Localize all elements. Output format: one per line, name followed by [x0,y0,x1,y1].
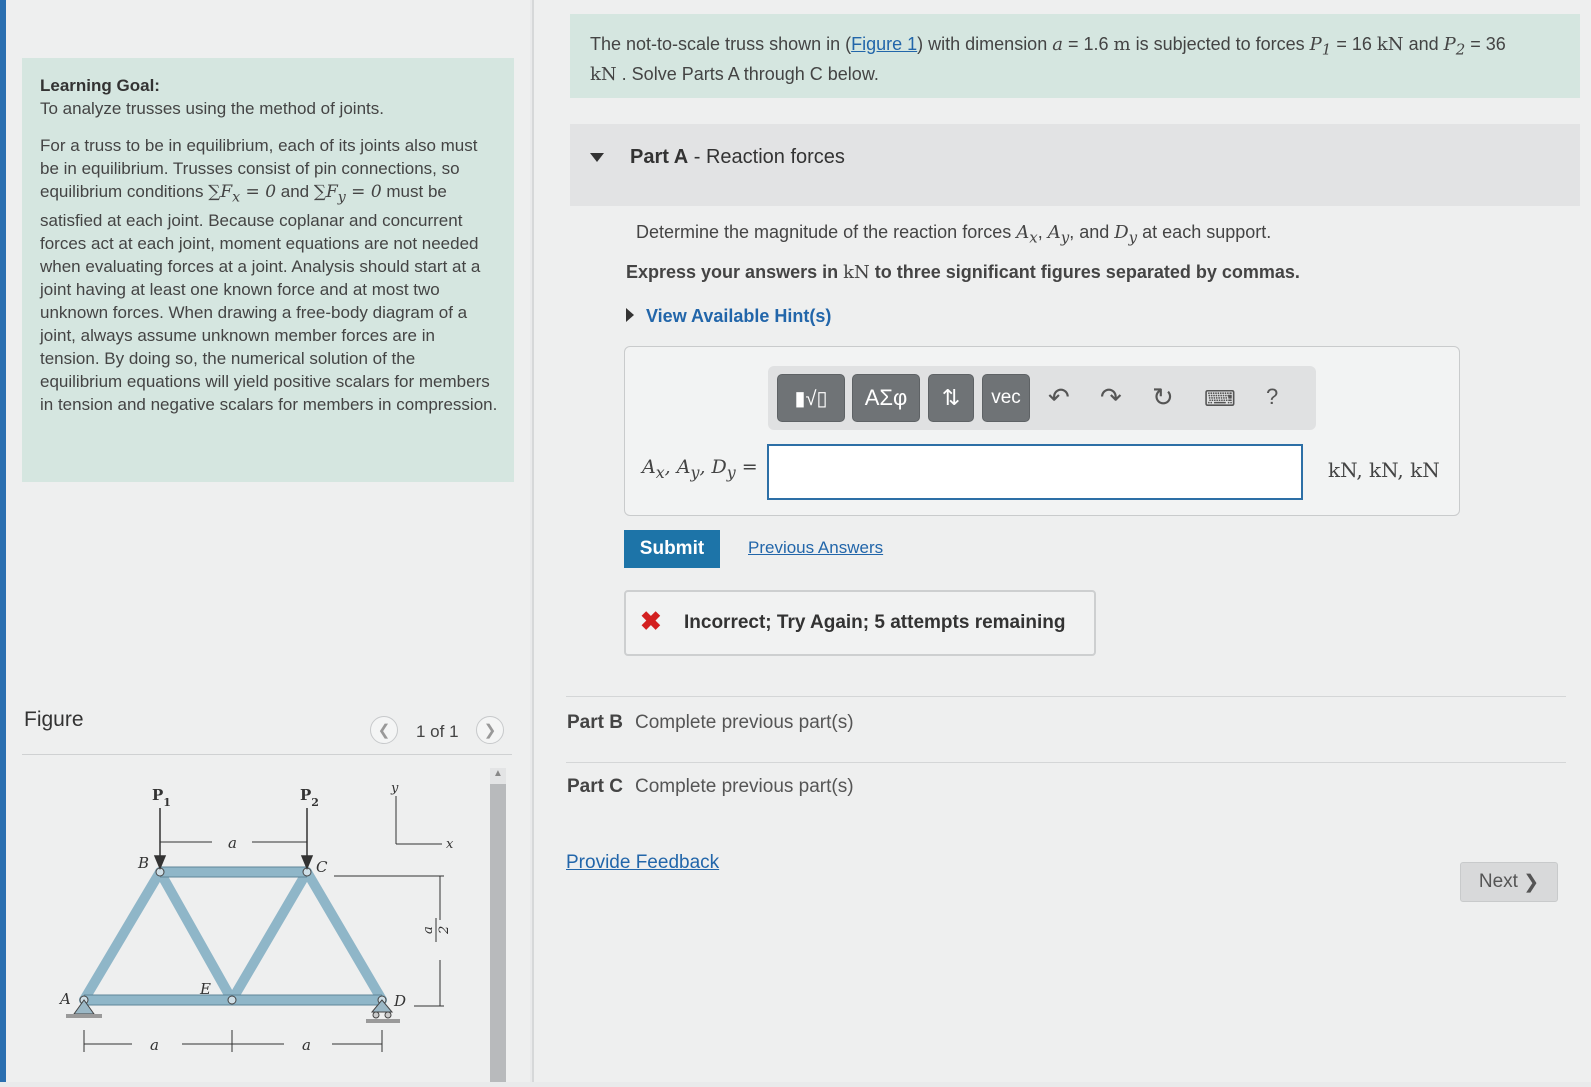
label-dim-a-right: a [302,1036,311,1054]
answer-units: kN, kN, kN [1328,458,1440,482]
templates-button[interactable]: ▮√▯ [777,374,845,422]
arrows-button[interactable]: ⇅ [928,374,974,422]
svg-text:a: a [421,926,436,934]
view-hints-link[interactable]: View Available Hint(s) [626,306,831,327]
svg-text:2: 2 [437,926,452,935]
learning-goal-subtitle: To analyze trusses using the method of j… [40,99,384,118]
chevron-left-icon: ❮ [377,722,391,739]
undo-icon[interactable]: ↶ [1048,382,1070,413]
label-c: C [316,858,328,876]
truss-members [79,867,387,1005]
feedback-message: Incorrect; Try Again; 5 attempts remaini… [684,612,1066,633]
greek-symbols-button[interactable]: ΑΣφ [852,374,920,422]
reset-icon[interactable]: ↻ [1152,382,1174,413]
part-a-title[interactable]: Part A - Reaction forces [630,146,845,169]
label-p2: P2 [300,786,319,809]
part-c-row: Part C Complete previous part(s) [567,776,854,798]
part-b-status: Complete previous part(s) [634,712,854,733]
figure-prev-button[interactable]: ❮ [370,716,398,744]
figure-scrollbar-thumb[interactable] [490,784,506,1082]
part-c-label: Part C [567,776,623,797]
learning-goal-body: For a truss to be in equilibrium, each o… [40,134,498,416]
answer-input[interactable] [767,444,1303,500]
help-button[interactable]: ? [1266,384,1278,410]
next-label: Next [1478,871,1518,892]
caret-right-icon [626,308,634,323]
eq-sum-fx: ∑Fx = 0 [208,182,277,206]
figure-next-button[interactable]: ❯ [476,716,504,744]
goal-text-2: must be satisfied at each joint. Because… [40,182,498,415]
figure-counter: 1 of 1 [416,722,459,741]
label-a-half: a 2 [421,918,452,942]
divider [566,696,1566,697]
learning-goal-box: Learning Goal: To analyze trusses using … [22,58,514,482]
label-x-axis: x [446,837,454,852]
member-be [155,867,237,1005]
label-e: E [199,980,211,998]
label-dim-a-left: a [150,1036,159,1054]
problem-statement: The not-to-scale truss shown in (Figure … [570,14,1580,98]
truss-diagram: P1 P2 a B C E A D x y a a a 2 [58,781,454,1054]
chevron-right-icon: ❯ [483,722,497,739]
part-c-status: Complete previous part(s) [634,776,854,797]
label-p1: P1 [152,786,171,809]
label-y-axis: y [390,781,399,796]
answer-label: Ax, Ay, Dy = [642,456,758,482]
figure-heading: Figure [24,708,84,731]
truss-figure: P1 P2 a B C E A D x y a a a 2 [22,760,490,1082]
part-a-question: Determine the magnitude of the reaction … [636,222,1272,247]
member-cd [302,867,387,1005]
submit-button[interactable]: Submit [624,530,720,568]
member-ec [227,867,312,1005]
redo-icon[interactable]: ↷ [1100,382,1122,413]
keyboard-icon[interactable]: ⌨ [1204,386,1236,412]
vector-button[interactable]: vec [982,374,1030,422]
part-a-instructions: Express your answers in kN to three sign… [626,262,1300,283]
eq-sum-fy: ∑Fy = 0 [313,182,382,206]
truss-members-outline [84,866,382,1006]
scroll-up-arrow-icon[interactable]: ▲ [493,768,503,779]
label-a: A [58,990,71,1008]
provide-feedback-link[interactable]: Provide Feedback [566,852,719,874]
incorrect-x-icon: ✖ [640,606,662,636]
part-b-row: Part B Complete previous part(s) [567,712,854,734]
label-d: D [393,992,406,1010]
figure-divider [22,754,512,755]
member-ab [79,867,165,1005]
figure-1-link[interactable]: Figure 1 [851,34,917,54]
label-b: B [137,854,149,872]
learning-goal-title: Learning Goal: [40,76,160,95]
divider [566,762,1566,763]
label-dim-a-top: a [228,834,237,852]
caret-down-icon[interactable] [590,153,604,162]
previous-answers-link[interactable]: Previous Answers [748,538,883,558]
part-b-label: Part B [567,712,623,733]
next-button[interactable]: Next ❯ [1460,862,1558,902]
chevron-right-icon: ❯ [1523,871,1540,893]
goal-and: and [276,182,310,201]
